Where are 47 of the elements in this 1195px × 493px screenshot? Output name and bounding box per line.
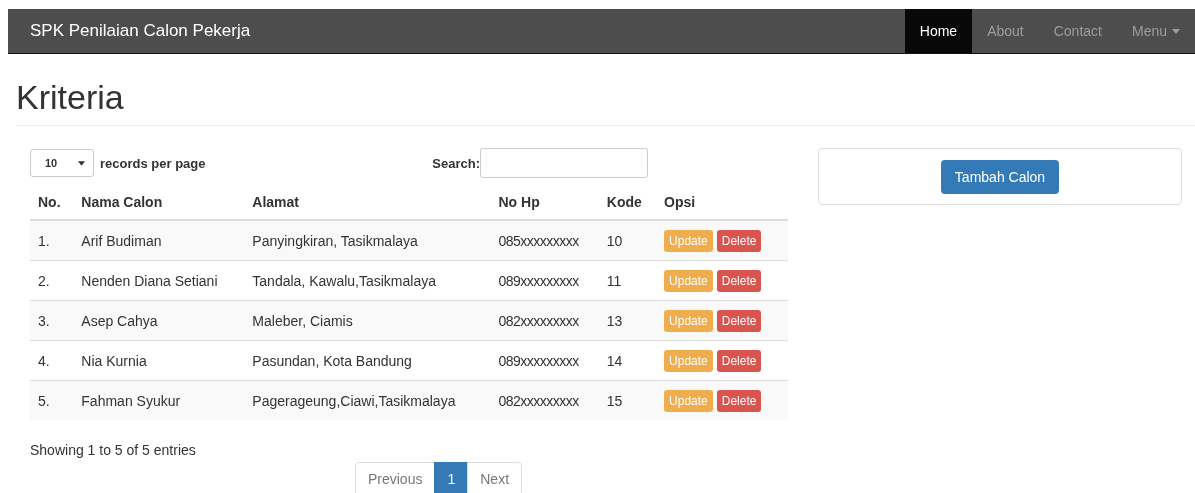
page-size-select[interactable]: 10 [30,149,94,177]
search-label: Search: [432,155,480,171]
delete-button[interactable]: Delete [716,309,762,332]
table-cell: 15 [598,380,657,420]
table-cell: Asep Cahya [73,300,245,341]
table-cell: Maleber, Ciamis [244,300,491,341]
table-cell: Panyingkiran, Tasikmalaya [244,220,491,261]
table-cell: Tandala, Kawalu,Tasikmalaya [244,260,491,301]
table-cell: Arif Budiman [73,220,245,261]
nav-link[interactable]: About [972,9,1039,53]
table-cell: Nia Kurnia [73,340,245,381]
table-cell: 1. [30,220,74,261]
page-size-label: records per page [100,155,206,171]
table-cell: 089xxxxxxxxx [490,260,599,301]
nav-link[interactable]: Home [904,9,973,53]
delete-button[interactable]: Delete [716,389,762,412]
brand-title: SPK Penilaian Calon Pekerja [29,20,252,42]
pagination-link[interactable]: Next [467,462,523,493]
caret-icon [78,160,85,166]
table-cell: 082xxxxxxxxx [490,300,599,341]
page-title: Kriteria [16,54,1195,126]
table-cell: 11 [598,260,657,301]
table-cell: Pasundan, Kota Bandung [244,340,491,381]
table-cell: Fahman Syukur [73,380,245,420]
table-cell: 082xxxxxxxxx [490,380,599,420]
delete-button[interactable]: Delete [716,349,762,372]
delete-button[interactable]: Delete [716,269,762,292]
table-cell: 3. [30,300,74,341]
table-cell: 10 [598,220,657,261]
table-cell: 5. [30,380,74,420]
table-cell: 089xxxxxxxxx [490,340,599,381]
entries-info: Showing 1 to 5 of 5 entries [30,442,197,458]
menu-dropdown[interactable]: Menu [1116,9,1195,53]
table-cell: Nenden Diana Setiani [73,260,245,301]
table-cell: Pagerageung,Ciawi,Tasikmalaya [244,380,491,420]
pagination-link[interactable]: Previous [354,462,436,493]
nav-link[interactable]: Contact [1038,9,1117,53]
pagination-link[interactable]: 1 [434,462,469,493]
table-cell: 13 [598,300,657,341]
delete-button[interactable]: Delete [716,229,762,252]
search-field[interactable] [480,148,648,178]
add-button[interactable]: Tambah Calon [940,159,1060,194]
caret-icon [1172,28,1180,34]
table-cell: 2. [30,260,74,301]
table-cell: 4. [30,340,74,381]
table-cell: 085xxxxxxxxx [490,220,599,261]
table-cell: 14 [598,340,657,381]
